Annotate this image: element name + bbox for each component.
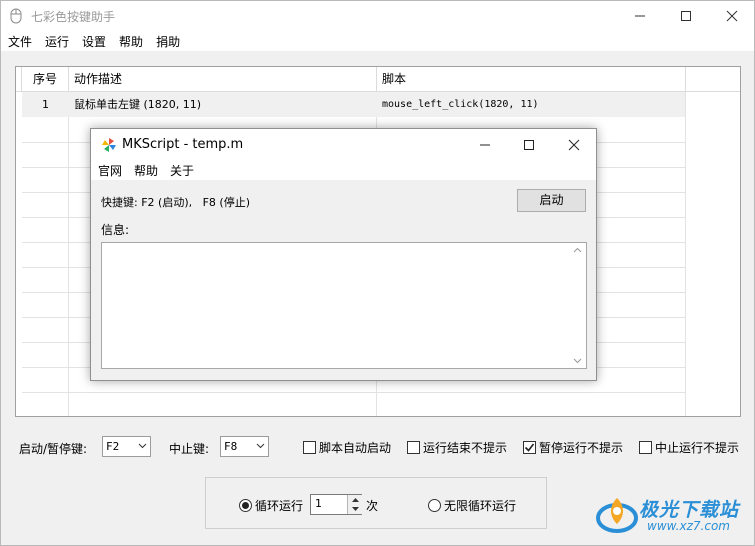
- column-header-description[interactable]: 动作描述: [69, 67, 377, 92]
- menu-settings[interactable]: 设置: [75, 31, 112, 51]
- maximize-icon: [524, 139, 534, 150]
- row-script: mouse_left_click(1820, 11): [382, 99, 539, 110]
- close-icon: [726, 10, 738, 22]
- row-description: 鼠标单击左键 (1820, 11): [74, 98, 202, 111]
- stepper-up-button[interactable]: [348, 495, 362, 505]
- table-header: 序号 动作描述 脚本: [16, 67, 740, 92]
- watermark-url: www.xz7.com: [647, 519, 730, 533]
- radio-dot: [428, 499, 441, 512]
- menu-donate[interactable]: 捐助: [149, 31, 186, 51]
- infinite-label: 无限循环运行: [444, 499, 517, 513]
- infinite-loop-radio[interactable]: 无限循环运行: [428, 497, 516, 514]
- checkbox-box: [407, 441, 420, 454]
- info-textarea[interactable]: [101, 242, 587, 369]
- checkbox-box: [639, 441, 652, 454]
- stop-select[interactable]: F8: [220, 436, 269, 457]
- stop-value: F8: [224, 440, 238, 453]
- dialog-close-button[interactable]: [551, 129, 596, 160]
- dialog-menu-website[interactable]: 官网: [91, 160, 127, 180]
- menu-bar: 文件 运行 设置 帮助 捐助: [1, 31, 754, 51]
- minimize-icon: [480, 144, 490, 145]
- dialog-title: MKScript - temp.m: [122, 137, 244, 152]
- info-scrollbar[interactable]: [569, 243, 586, 368]
- row-index: 1: [42, 98, 49, 111]
- menu-file[interactable]: 文件: [1, 31, 38, 51]
- dialog-menu-about[interactable]: 关于: [163, 160, 199, 180]
- checkbox-box: [303, 441, 316, 454]
- dialog-minimize-button[interactable]: [463, 129, 507, 160]
- loop-count-value: 1: [315, 497, 322, 510]
- stop-label: 中止键:: [169, 442, 210, 456]
- info-label: 信息:: [101, 223, 130, 237]
- maximize-button[interactable]: [663, 1, 709, 31]
- scroll-down-icon: [573, 358, 582, 364]
- checkmark-icon: [524, 443, 535, 452]
- watermark: 极光下载站 www.xz7.com: [595, 494, 749, 536]
- checkbox-label: 暂停运行不提示: [539, 441, 624, 455]
- dialog-menu-help[interactable]: 帮助: [127, 160, 163, 180]
- mouse-icon: [10, 8, 22, 24]
- loop-count-stepper[interactable]: 1: [310, 494, 362, 515]
- stepper-down-button[interactable]: [348, 504, 362, 514]
- chevron-down-icon: [138, 443, 147, 449]
- start-pause-value: F2: [106, 440, 120, 453]
- start-pause-label: 启动/暂停键:: [19, 442, 88, 456]
- loop-options-group: 循环运行 1 次 无限循环运行: [205, 477, 547, 529]
- hotkey-info: 快捷键: F2 (启动), F8 (停止): [101, 196, 250, 209]
- loop-count-unit: 次: [366, 499, 379, 513]
- table-row[interactable]: 1 鼠标单击左键 (1820, 11) mouse_left_click(182…: [22, 92, 685, 117]
- dialog-maximize-button[interactable]: [507, 129, 551, 160]
- checkbox-label: 运行结束不提示: [423, 441, 508, 455]
- dialog-menu-bar: 官网 帮助 关于: [91, 160, 596, 180]
- watermark-title: 极光下载站: [639, 499, 740, 521]
- window-title: 七彩色按键助手: [31, 10, 116, 24]
- no-end-prompt-checkbox[interactable]: 运行结束不提示: [407, 439, 507, 456]
- checkbox-label: 脚本自动启动: [319, 441, 392, 455]
- close-icon: [568, 139, 579, 150]
- auto-start-checkbox[interactable]: 脚本自动启动: [303, 439, 391, 456]
- menu-help[interactable]: 帮助: [112, 31, 149, 51]
- chevron-up-icon: [351, 497, 359, 502]
- start-pause-select[interactable]: F2: [102, 436, 151, 457]
- hotkey-controls: 启动/暂停键: F2 中止键: F8 脚本自动启动 运行结束不提示 暂停运行不提…: [1, 433, 755, 463]
- mkscript-dialog: MKScript - temp.m 官网 帮助 关于 快捷键: F2 (启动),…: [90, 128, 597, 381]
- chevron-down-icon: [256, 443, 265, 449]
- start-button[interactable]: 启动: [517, 189, 586, 212]
- checkbox-label: 中止运行不提示: [655, 441, 740, 455]
- title-bar: 七彩色按键助手: [1, 1, 754, 31]
- minimize-icon: [635, 15, 645, 17]
- scroll-up-icon: [573, 247, 582, 253]
- app-pinwheel-icon: [102, 138, 116, 152]
- radio-dot: [239, 499, 252, 512]
- menu-run[interactable]: 运行: [38, 31, 75, 51]
- watermark-logo-icon: [596, 498, 638, 533]
- column-header-script[interactable]: 脚本: [377, 67, 686, 92]
- loop-label: 循环运行: [255, 499, 304, 513]
- close-button[interactable]: [709, 1, 755, 31]
- loop-radio[interactable]: 循环运行: [239, 497, 303, 514]
- maximize-icon: [681, 11, 691, 21]
- checkbox-box: [523, 441, 536, 454]
- minimize-button[interactable]: [617, 1, 663, 31]
- no-pause-prompt-checkbox[interactable]: 暂停运行不提示: [523, 439, 623, 456]
- chevron-down-icon: [351, 507, 359, 512]
- dialog-title-bar: MKScript - temp.m: [91, 129, 596, 160]
- no-stop-prompt-checkbox[interactable]: 中止运行不提示: [639, 439, 739, 456]
- column-header-index[interactable]: 序号: [22, 67, 69, 92]
